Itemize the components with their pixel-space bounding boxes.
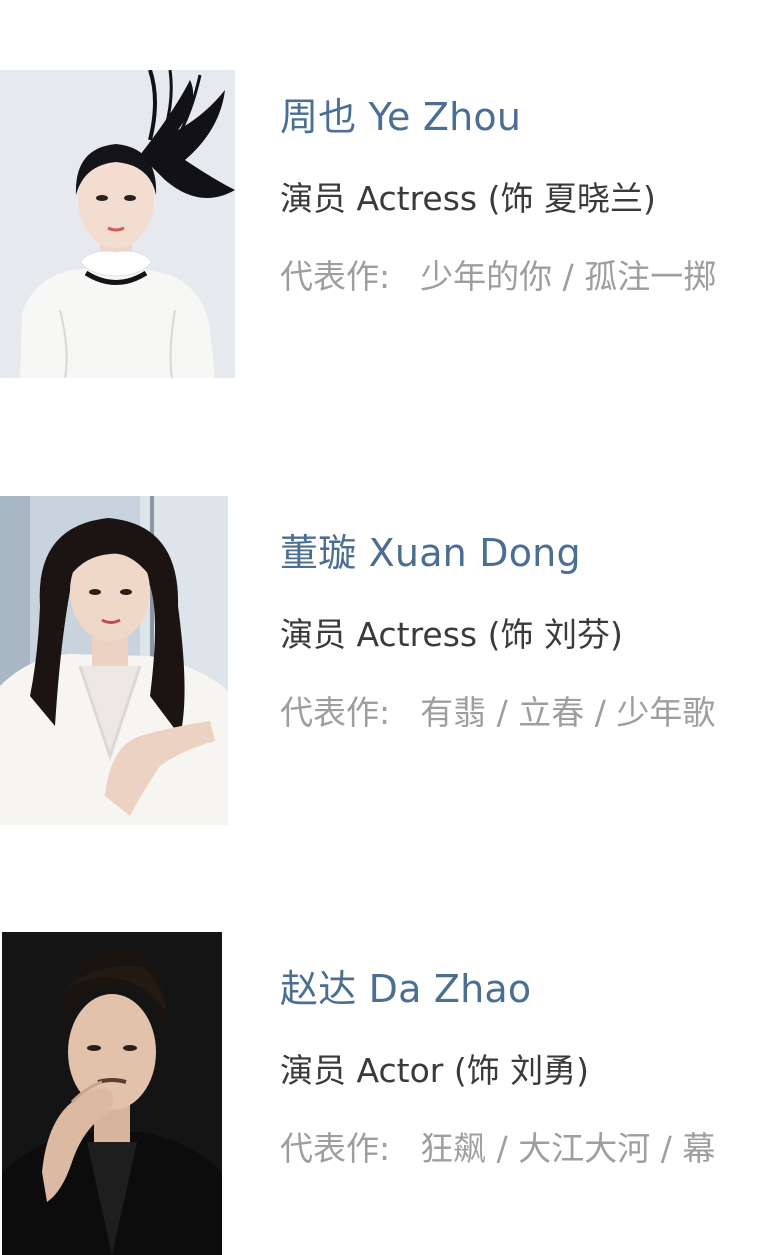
actor-name[interactable]: 董璇 Xuan Dong [280,522,581,577]
actor-photo[interactable] [0,70,235,378]
actor-role: 演员 Actress (饰 夏晓兰) [280,179,656,218]
actor-role: 演员 Actor (饰 刘勇) [280,1051,590,1090]
actor-role: 演员 Actress (饰 刘芬) [280,615,623,654]
actor-name[interactable]: 赵达 Da Zhao [280,958,531,1013]
works-label: 代表作: [280,257,391,296]
representative-works: 代表作: 有翡 / 立春 / 少年歌 [280,686,715,734]
works-list: 有翡 / 立春 / 少年歌 [420,693,716,732]
cast-item-da-zhao[interactable]: 赵达 Da Zhao 演员 Actor (饰 刘勇) 代表作: 狂飙 / 大江大河… [0,932,777,1255]
works-list: 狂飙 / 大江大河 / 幕 [420,1129,716,1168]
works-label: 代表作: [280,1129,391,1168]
actor-photo[interactable] [0,496,228,825]
cast-item-xuan-dong[interactable]: 董璇 Xuan Dong 演员 Actress (饰 刘芬) 代表作: 有翡 / … [0,496,777,826]
works-list: 少年的你 / 孤注一掷 [420,257,717,296]
actor-photo[interactable] [2,932,222,1255]
actor-name[interactable]: 周也 Ye Zhou [280,86,521,141]
representative-works: 代表作: 少年的你 / 孤注一掷 [280,250,716,298]
cast-item-ye-zhou[interactable]: 周也 Ye Zhou 演员 Actress (饰 夏晓兰) 代表作: 少年的你 /… [0,70,777,380]
works-label: 代表作: [280,693,391,732]
representative-works: 代表作: 狂飙 / 大江大河 / 幕 [280,1122,715,1170]
